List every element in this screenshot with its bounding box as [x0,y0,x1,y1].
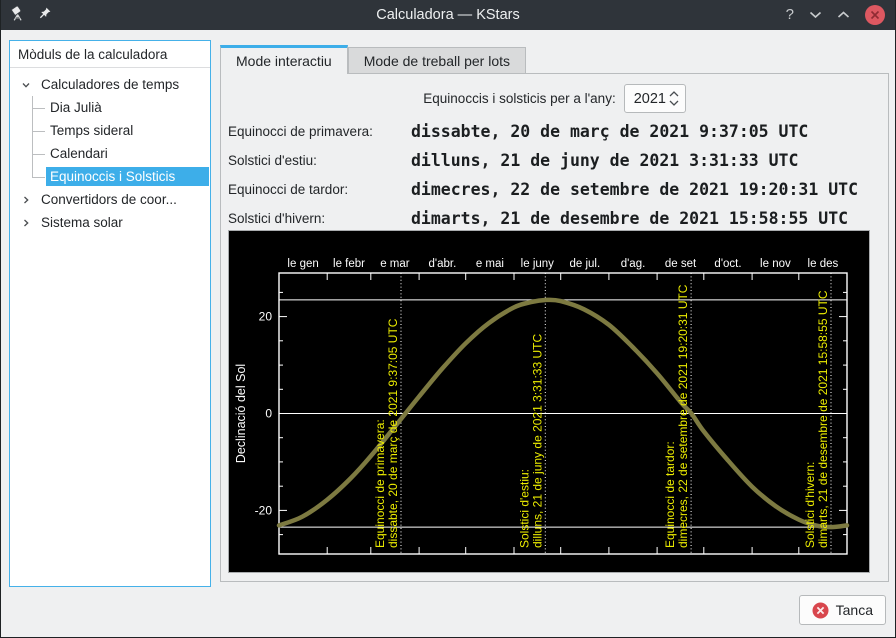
declination-chart-svg: le gen le febr e mar d'abr. e mai le juny de j… [229,231,869,572]
close-icon [870,10,880,20]
tanca-button[interactable]: Tanca [799,595,886,625]
svg-text:de jul.: de jul. [569,258,600,270]
tab-content: Equinoccis i solsticis per a l'any: 2021… [220,73,889,582]
declination-chart: le gen le febr e mar d'abr. e mai le juny de j… [228,230,870,573]
tree-item-equinoccis-i-solsticis[interactable]: Equinoccis i Solsticis [10,165,210,188]
event-value: dimarts, 21 de desembre de 2021 15:58:55… [411,209,888,228]
tree-item-calendari[interactable]: Calendari [10,142,210,165]
tree-item-label: Equinoccis i Solsticis [46,167,209,186]
window-title: Calculadora — KStars [1,7,895,23]
year-spinbox[interactable]: 2021 [624,84,686,113]
expand-arrow-icon[interactable] [21,195,31,205]
year-label: Equinoccis i solsticis per a l'any: [423,91,615,106]
svg-text:d'ag.: d'ag. [621,258,646,270]
tab-mode-treball-per-lots[interactable]: Mode de treball per lots [348,47,526,73]
svg-text:le febr: le febr [333,258,365,270]
spin-up-icon[interactable] [669,91,679,97]
event-label: Solstici d'hivern: [228,211,411,226]
svg-text:dissabte, 20 de març de 2021 9: dissabte, 20 de març de 2021 9:37:05 UTC [386,318,400,548]
dialog-close-icon [812,602,829,619]
kstars-app-icon [9,4,27,27]
svg-text:-20: -20 [255,503,273,517]
svg-text:dilluns, 21 de juny de 2021 3:: dilluns, 21 de juny de 2021 3:31:33 UTC [530,334,544,548]
module-tree: Calculadores de temps Dia Julià Temps si… [10,68,210,234]
svg-text:dimarts, 21 de desembre de 202: dimarts, 21 de desembre de 2021 15:58:55… [816,290,830,548]
year-value[interactable]: 2021 [625,91,667,107]
maximize-button[interactable] [837,11,850,19]
event-value: dimecres, 22 de setembre de 2021 19:20:3… [411,180,888,199]
tree-item-label: Calculadores de temps [37,75,183,94]
tab-mode-interactiu[interactable]: Mode interactiu [220,45,348,74]
main-area: Mode interactiu Mode de treball per lots… [220,45,889,582]
svg-text:20: 20 [259,310,273,324]
close-window-button[interactable] [865,5,885,25]
svg-text:Declinació del Sol: Declinació del Sol [234,364,248,463]
tree-item-convertidors-de-coordenades[interactable]: Convertidors de coor... [10,188,210,211]
tree-item-label: Convertidors de coor... [37,190,181,209]
collapse-arrow-icon[interactable] [21,80,31,90]
tree-item-label: Sistema solar [37,213,127,232]
titlebar[interactable]: Calculadora — KStars ? [1,0,895,30]
event-label: Equinocci de primavera: [228,124,411,139]
event-label: Solstici d'estiu: [228,153,411,168]
spin-down-icon[interactable] [669,100,679,106]
minimize-button[interactable] [809,11,822,19]
svg-text:e mar: e mar [380,258,410,270]
tanca-button-label: Tanca [836,602,873,618]
event-value: dissabte, 20 de març de 2021 9:37:05 UTC [411,122,888,141]
calculator-window: Calculadora — KStars ? Mòduls de la calc… [0,0,896,638]
svg-text:Equinocci de primavera:: Equinocci de primavera: [373,419,387,548]
svg-text:de set: de set [665,258,697,270]
svg-text:d'oct.: d'oct. [714,258,741,270]
svg-text:0: 0 [265,407,272,421]
tree-item-label: Temps sideral [46,121,137,140]
svg-text:dimecres, 22 de setembre de 20: dimecres, 22 de setembre de 2021 19:20:3… [676,284,690,548]
tree-item-label: Calendari [46,144,112,163]
tree-item-label: Dia Julià [46,98,106,117]
tree-item-dia-julia[interactable]: Dia Julià [10,96,210,119]
tree-header: Mòduls de la calculadora [10,41,210,68]
svg-text:Solstici d'hivern:: Solstici d'hivern: [803,462,817,548]
pin-icon[interactable] [38,6,52,25]
year-row: Equinoccis i solsticis per a l'any: 2021 [221,84,888,113]
chevron-up-icon [837,11,850,19]
svg-text:e mai: e mai [476,258,504,270]
module-tree-panel: Mòduls de la calculadora Calculadores de… [9,40,211,587]
tab-bar: Mode interactiu Mode de treball per lots [220,45,889,73]
svg-text:le juny: le juny [521,258,554,270]
svg-text:d'abr.: d'abr. [429,258,457,270]
tree-item-sistema-solar[interactable]: Sistema solar [10,211,210,234]
events-list: Equinocci de primavera: dissabte, 20 de … [228,122,888,228]
event-value: dilluns, 21 de juny de 2021 3:31:33 UTC [411,151,888,170]
chevron-down-icon [809,11,822,19]
svg-text:le nov: le nov [760,258,791,270]
help-button[interactable]: ? [786,0,794,30]
svg-text:Equinocci de tardor:: Equinocci de tardor: [663,441,677,548]
tree-item-calculadores-de-temps[interactable]: Calculadores de temps [10,73,210,96]
expand-arrow-icon[interactable] [21,218,31,228]
svg-text:Solstici d'estiu:: Solstici d'estiu: [517,469,531,548]
svg-text:le des: le des [808,258,839,270]
svg-text:le gen: le gen [287,258,318,270]
event-label: Equinocci de tardor: [228,182,411,197]
tree-item-temps-sideral[interactable]: Temps sideral [10,119,210,142]
